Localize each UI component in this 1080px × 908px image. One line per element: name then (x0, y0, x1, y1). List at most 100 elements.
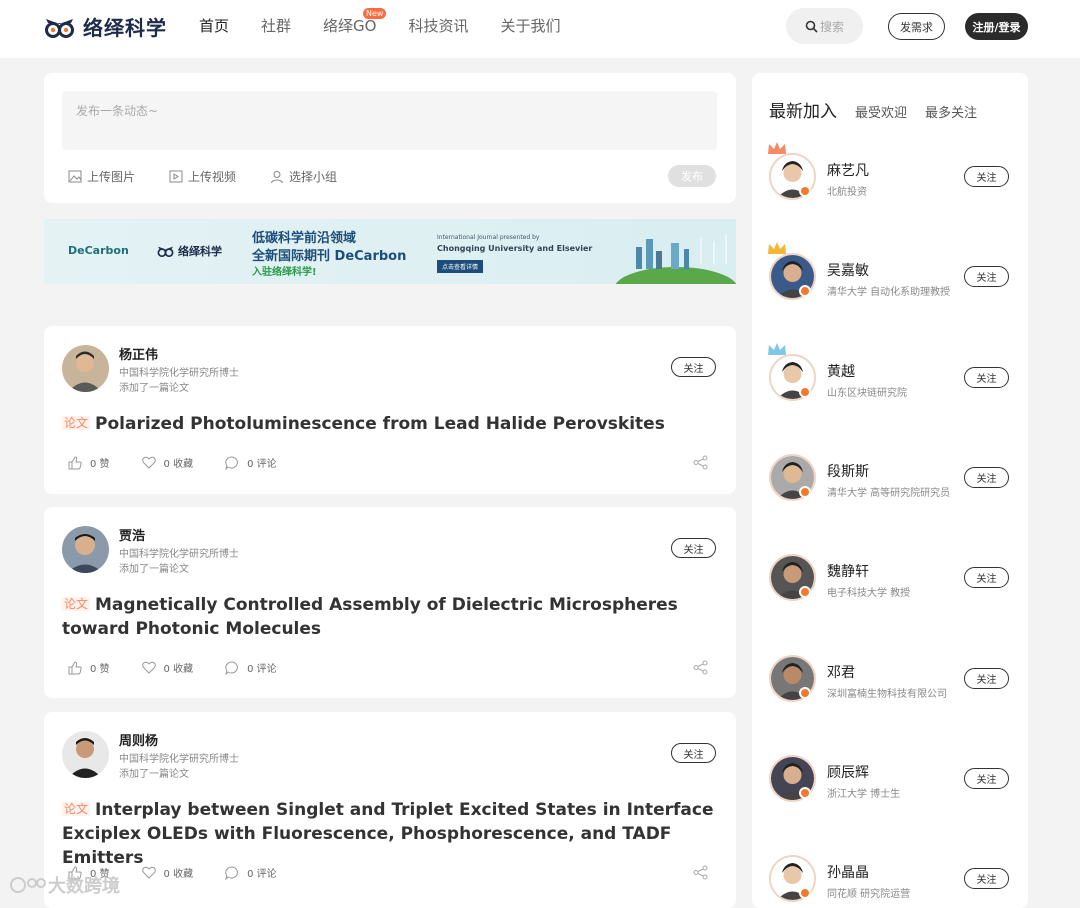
member-name[interactable]: 魏静轩 (827, 561, 869, 581)
publish-button[interactable]: 发布 (668, 165, 716, 187)
member-row[interactable]: 孙晶晶同花顺 研究院运营 关注 (769, 855, 1019, 905)
member-name[interactable]: 吴嘉敏 (827, 260, 869, 280)
post-title[interactable]: 论文 Polarized Photoluminescence from Lead … (62, 411, 722, 436)
member-row[interactable]: 邓君 深圳富楠生物科技有限公司 关注 (769, 655, 1019, 705)
paper-tag: 论文 (62, 416, 91, 430)
author-action: 添加了一篇论文 (119, 769, 189, 780)
register-login-button[interactable]: 注册/登录 (965, 13, 1028, 40)
avatar[interactable] (768, 242, 816, 300)
verified-badge (799, 486, 811, 498)
feed-card: 贾浩 中国科学院化学研究所博士 添加了一篇论文 关注 论文 Magneticall… (44, 507, 736, 698)
feed-card: 杨正伟 中国科学院化学研究所博士 添加了一篇论文 关注 论文 Polarized … (44, 326, 736, 494)
member-name[interactable]: 黄越 (827, 361, 855, 381)
member-row[interactable]: 黄越 山东区块链研究院 关注 (768, 343, 1019, 404)
avatar[interactable] (769, 755, 816, 802)
avatar[interactable] (769, 855, 816, 902)
share-icon[interactable] (693, 865, 708, 880)
new-badge: New (363, 8, 387, 19)
comment-icon (225, 660, 238, 675)
member-name[interactable]: 孙晶晶 (827, 862, 869, 882)
favorite-button[interactable]: 0 收藏 (141, 660, 193, 675)
share-icon[interactable] (693, 455, 708, 470)
avatar[interactable] (768, 142, 816, 200)
nav-tech-news[interactable]: 科技资讯 (408, 16, 468, 36)
nav-home[interactable]: 首页 (199, 16, 229, 36)
upload-image-button[interactable]: 上传图片 (68, 168, 135, 185)
member-row[interactable]: 麻艺凡北航投资 关注 (768, 142, 1019, 203)
member-name[interactable]: 邓君 (827, 662, 855, 682)
favorite-button[interactable]: 0 收藏 (141, 455, 193, 470)
member-name[interactable]: 麻艺凡 (827, 160, 869, 180)
follow-button[interactable]: 关注 (671, 357, 716, 377)
banner-logo-text: 络绎科学 (178, 245, 222, 258)
member-row[interactable]: 顾辰辉浙江大学 博士生 关注 (769, 755, 1019, 805)
feed-card: 周则杨 中国科学院化学研究所博士 添加了一篇论文 关注 论文 Interplay … (44, 712, 736, 908)
author-action: 添加了一篇论文 (119, 564, 189, 575)
watermark-text: 大数跨境 (48, 876, 120, 897)
verified-badge (799, 386, 811, 398)
member-description: 浙江大学 博士生 (827, 789, 901, 800)
avatar[interactable] (62, 526, 109, 573)
follow-button[interactable]: 关注 (964, 467, 1009, 488)
like-button[interactable]: 0 赞 (68, 660, 110, 675)
banner-site-logo: 络绎科学 (157, 243, 222, 259)
select-group-label: 选择小组 (289, 170, 338, 184)
post-input[interactable]: 发布一条动态~ (62, 91, 717, 150)
paper-tag: 论文 (62, 597, 91, 611)
author-name[interactable]: 周则杨 (119, 730, 158, 749)
tab-most-followed[interactable]: 最多关注 (925, 102, 977, 121)
search-input[interactable]: 搜索 (786, 8, 863, 44)
follow-button[interactable]: 关注 (964, 367, 1009, 388)
comment-button[interactable]: 0 评论 (225, 865, 277, 880)
nav-about[interactable]: 关于我们 (500, 16, 560, 36)
avatar[interactable] (769, 554, 816, 601)
upload-video-button[interactable]: 上传视频 (169, 168, 236, 185)
member-row[interactable]: 吴嘉敏 清华大学 自动化系助理教授 关注 (768, 242, 1019, 303)
member-name[interactable]: 顾辰辉 (827, 762, 869, 782)
avatar[interactable] (768, 343, 816, 401)
follow-button[interactable]: 关注 (964, 266, 1009, 287)
follow-button[interactable]: 关注 (964, 567, 1009, 588)
watermark-logo-icon (10, 877, 46, 893)
follow-button[interactable]: 关注 (671, 743, 716, 763)
author-affiliation: 中国科学院化学研究所博士 (119, 549, 239, 560)
follow-button[interactable]: 关注 (671, 538, 716, 558)
post-actions: 0 赞 0 收藏 0 评论 (68, 660, 309, 675)
follow-button[interactable]: 关注 (964, 868, 1009, 889)
avatar[interactable] (769, 655, 816, 702)
favorite-button[interactable]: 0 收藏 (141, 865, 193, 880)
owl-logo-icon (157, 246, 174, 257)
member-name[interactable]: 段斯斯 (827, 461, 869, 481)
like-button[interactable]: 0 赞 (68, 455, 110, 470)
decarbon-banner[interactable]: DeCarbon 络绎科学 低碳科学前沿领域 全新国际期刊 DeCarbon 入… (44, 219, 736, 284)
nav-community[interactable]: 社群 (261, 16, 291, 36)
comment-button[interactable]: 0 评论 (225, 660, 277, 675)
follow-button[interactable]: 关注 (964, 768, 1009, 789)
tab-popular[interactable]: 最受欢迎 (855, 102, 907, 121)
site-logo[interactable]: 络绎科学 (44, 12, 167, 41)
member-description: 同花顺 研究院运营 (827, 889, 911, 900)
member-description: 北航投资 (827, 187, 867, 198)
post-title[interactable]: 论文 Magnetically Controlled Assembly of Di… (62, 592, 722, 641)
paper-tag: 论文 (62, 802, 91, 816)
nav-go[interactable]: 络绎GO New (323, 8, 387, 36)
share-icon[interactable] (693, 660, 708, 675)
follow-button[interactable]: 关注 (964, 668, 1009, 689)
new-members-panel: 最新加入 最受欢迎 最多关注 麻艺凡 北航投资 关注 吴嘉敏 清华大学 自动化系助理教授… (752, 73, 1028, 908)
avatar[interactable] (769, 454, 816, 501)
banner-details-button[interactable]: 点击查看详情 (437, 260, 484, 273)
post-title[interactable]: 论文 Interplay between Singlet and Triplet … (62, 797, 722, 870)
author-name[interactable]: 贾浩 (119, 525, 145, 544)
author-action: 添加了一篇论文 (119, 383, 189, 394)
member-row[interactable]: 魏静轩 电子科技大学 教授 关注 (769, 554, 1019, 604)
select-group-button[interactable]: 选择小组 (270, 168, 337, 185)
post-demand-button[interactable]: 发需求 (888, 13, 945, 40)
verified-badge (799, 887, 811, 899)
comment-button[interactable]: 0 评论 (225, 455, 277, 470)
avatar[interactable] (62, 345, 109, 392)
follow-button[interactable]: 关注 (964, 166, 1009, 187)
avatar[interactable] (62, 731, 109, 778)
member-row[interactable]: 段斯斯 清华大学 高等研究院研究员 关注 (769, 454, 1019, 504)
tab-newest[interactable]: 最新加入 (769, 97, 837, 122)
author-name[interactable]: 杨正伟 (119, 344, 158, 363)
